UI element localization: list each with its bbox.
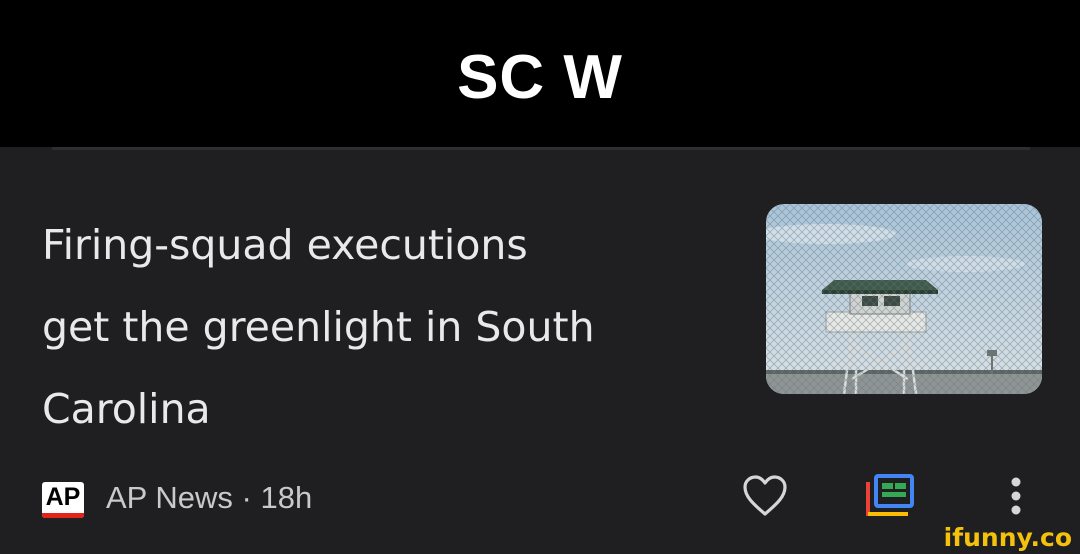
- heart-outline-icon: [743, 475, 787, 516]
- more-vert-icon: [1011, 477, 1021, 515]
- headline-line-3: Carolina: [42, 385, 211, 433]
- article-thumbnail[interactable]: [766, 204, 1042, 394]
- like-button[interactable]: [742, 474, 788, 518]
- ap-logo-text: AP: [45, 483, 81, 511]
- full-coverage-button[interactable]: [864, 474, 916, 520]
- ap-logo-bar: [42, 513, 84, 518]
- meme-caption: SC W: [457, 43, 623, 112]
- source-and-age: AP News · 18h: [106, 480, 313, 515]
- more-options-button[interactable]: [1000, 474, 1032, 518]
- meme-caption-bar: SC W: [0, 0, 1080, 147]
- headline[interactable]: Firing-squad executions get the greenlig…: [42, 204, 702, 450]
- ap-logo: AP: [42, 482, 84, 518]
- prison-guard-tower-photo: [766, 204, 1042, 394]
- headline-line-1: Firing-squad executions: [42, 221, 528, 269]
- full-coverage-icon: [866, 474, 914, 516]
- watermark: ifunny.co: [943, 523, 1072, 552]
- news-card[interactable]: Firing-squad executions get the greenlig…: [0, 150, 1080, 554]
- headline-line-2: get the greenlight in South: [42, 303, 595, 351]
